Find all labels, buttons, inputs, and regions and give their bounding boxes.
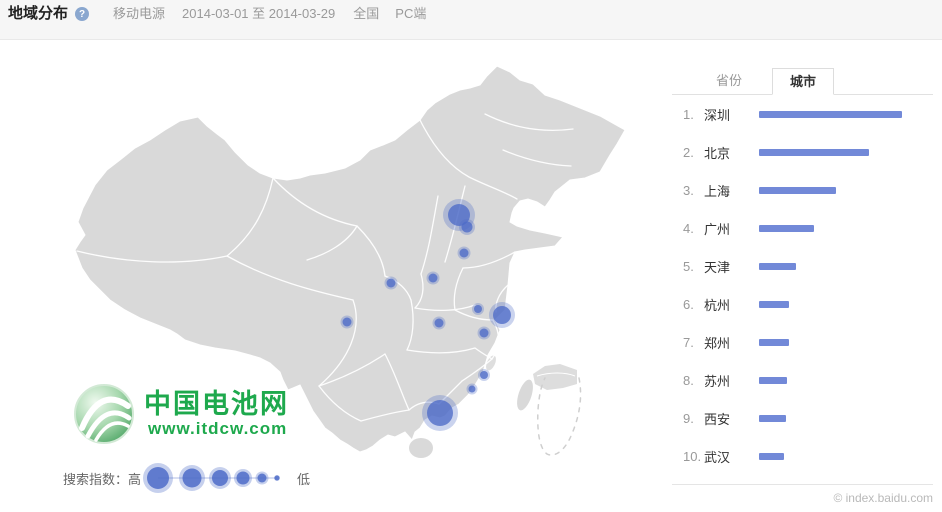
city-name: 郑州 bbox=[704, 333, 759, 352]
rank-number: 6. bbox=[683, 297, 704, 312]
ranking-tabs: 省份 城市 bbox=[672, 68, 933, 95]
city-name: 上海 bbox=[704, 181, 759, 200]
city-bubble[interactable] bbox=[427, 400, 453, 426]
panel-footer: © index.baidu.com bbox=[672, 484, 933, 507]
city-search-index-bar bbox=[759, 415, 786, 422]
tab-city[interactable]: 城市 bbox=[772, 68, 834, 95]
city-bubble[interactable] bbox=[474, 305, 482, 313]
city-bubble[interactable] bbox=[469, 386, 476, 393]
keyword-label: 移动电源 bbox=[113, 5, 165, 23]
search-index-legend: 搜索指数：高 低 bbox=[63, 461, 310, 495]
city-bubble[interactable] bbox=[429, 274, 438, 283]
city-search-index-bar bbox=[759, 111, 902, 118]
city-search-index-bar bbox=[759, 377, 787, 384]
city-search-index-bar bbox=[759, 263, 796, 270]
city-search-index-bar bbox=[759, 339, 789, 346]
city-bubble[interactable] bbox=[387, 279, 396, 288]
city-name: 深圳 bbox=[704, 105, 759, 124]
city-name: 苏州 bbox=[704, 371, 759, 390]
ranking-row: 5.天津 bbox=[672, 247, 933, 285]
tab-province[interactable]: 省份 bbox=[698, 68, 760, 94]
hainan-island bbox=[409, 438, 433, 458]
rank-number: 3. bbox=[683, 183, 704, 198]
legend-circle bbox=[275, 476, 280, 481]
south-china-sea-inset bbox=[533, 364, 581, 455]
taiwan-island bbox=[514, 378, 536, 412]
rank-number: 1. bbox=[683, 107, 704, 122]
city-name: 广州 bbox=[704, 219, 759, 238]
date-range-label: 2014-03-01 至 2014-03-29 bbox=[182, 5, 335, 23]
legend-circle bbox=[147, 467, 169, 489]
ranking-panel: 省份 城市 1.深圳2.北京3.上海4.广州5.天津6.杭州7.郑州8.苏州9.… bbox=[672, 68, 933, 507]
ranking-row: 10.武汉 bbox=[672, 437, 933, 475]
page-title: 地域分布 bbox=[8, 5, 68, 23]
rank-number: 5. bbox=[683, 259, 704, 274]
rank-number: 10. bbox=[683, 449, 704, 464]
rank-number: 4. bbox=[683, 221, 704, 236]
city-name: 武汉 bbox=[704, 447, 759, 466]
ranking-row: 1.深圳 bbox=[672, 95, 933, 133]
city-bubble[interactable] bbox=[460, 249, 469, 258]
rank-number: 2. bbox=[683, 145, 704, 160]
ranking-row: 2.北京 bbox=[672, 133, 933, 171]
city-bubble[interactable] bbox=[480, 329, 489, 338]
baidu-index-region-page: 地域分布 ? 移动电源 2014-03-01 至 2014-03-29 全国 P… bbox=[0, 0, 942, 512]
city-bubble[interactable] bbox=[435, 319, 444, 328]
china-map bbox=[55, 58, 645, 468]
rank-number: 9. bbox=[683, 411, 704, 426]
city-search-index-bar bbox=[759, 225, 814, 232]
ranking-row: 4.广州 bbox=[672, 209, 933, 247]
legend-circle bbox=[183, 469, 202, 488]
city-name: 西安 bbox=[704, 409, 759, 428]
rank-number: 7. bbox=[683, 335, 704, 350]
city-search-index-bar bbox=[759, 149, 869, 156]
city-name: 杭州 bbox=[704, 295, 759, 314]
legend-circle bbox=[212, 470, 228, 486]
ranking-row: 7.郑州 bbox=[672, 323, 933, 361]
header-bar: 地域分布 ? 移动电源 2014-03-01 至 2014-03-29 全国 P… bbox=[0, 0, 942, 40]
city-search-index-bar bbox=[759, 187, 836, 194]
region-label: 全国 bbox=[353, 5, 379, 23]
ranking-row: 9.西安 bbox=[672, 399, 933, 437]
city-search-index-bar bbox=[759, 301, 789, 308]
copyright-text: © index.baidu.com bbox=[833, 491, 933, 505]
legend-circle bbox=[237, 472, 250, 485]
rank-number: 8. bbox=[683, 373, 704, 388]
ranking-row: 6.杭州 bbox=[672, 285, 933, 323]
help-icon[interactable]: ? bbox=[75, 7, 89, 21]
legend-bubble-scale bbox=[141, 460, 293, 496]
legend-high-label: 搜索指数：高 bbox=[63, 469, 141, 488]
city-search-index-bar bbox=[759, 453, 784, 460]
legend-circle bbox=[258, 474, 267, 483]
ranking-row: 8.苏州 bbox=[672, 361, 933, 399]
city-bubble[interactable] bbox=[343, 318, 352, 327]
platform-label: PC端 bbox=[395, 5, 426, 23]
city-bubble[interactable] bbox=[493, 306, 511, 324]
ranking-row: 3.上海 bbox=[672, 171, 933, 209]
legend-low-label: 低 bbox=[297, 469, 310, 488]
city-bubble[interactable] bbox=[480, 371, 488, 379]
city-name: 天津 bbox=[704, 257, 759, 276]
city-bubble[interactable] bbox=[462, 222, 473, 233]
city-name: 北京 bbox=[704, 143, 759, 162]
china-mainland-shape bbox=[75, 66, 625, 452]
city-ranking-list: 1.深圳2.北京3.上海4.广州5.天津6.杭州7.郑州8.苏州9.西安10.武… bbox=[672, 95, 933, 475]
